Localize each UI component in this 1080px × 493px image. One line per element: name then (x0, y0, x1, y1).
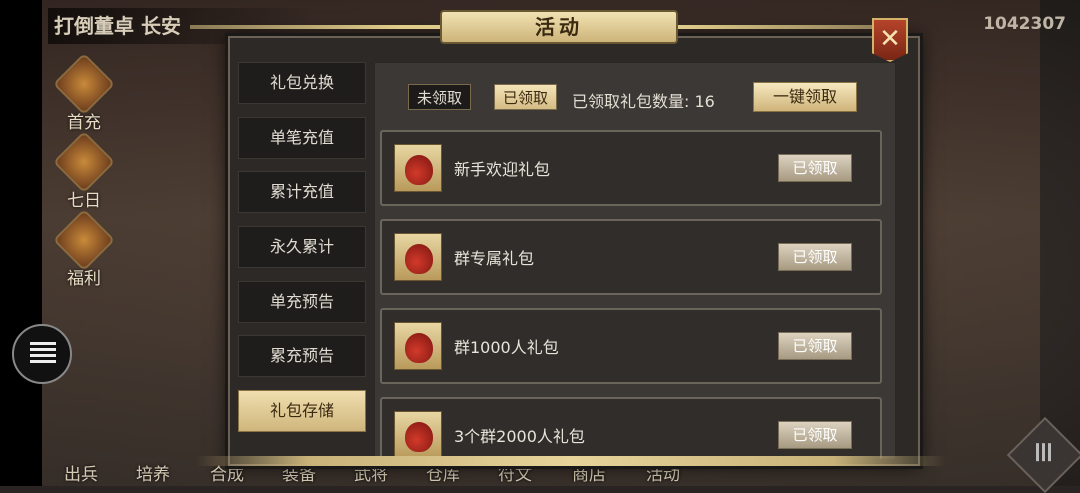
tab-gift-storage[interactable]: 礼包存储 (238, 390, 366, 433)
filter-row: 未领取 已领取 已领取礼包数量: 16 一键领取 (406, 82, 866, 114)
gift-name: 3个群2000人礼包 (454, 427, 585, 446)
gift-bag-icon (394, 322, 442, 370)
tab-gift-exchange[interactable]: 礼包兑换 (238, 62, 366, 104)
gift-name: 群1000人礼包 (454, 338, 559, 357)
left-edge (0, 0, 42, 486)
dialog-title: 活动 (440, 10, 678, 44)
gift-name: 群专属礼包 (454, 249, 535, 268)
gift-bag-icon (394, 144, 442, 192)
close-button[interactable]: ✕ (872, 18, 908, 62)
seven-day-button[interactable]: 七日 (52, 130, 116, 211)
claimed-button[interactable]: 已领取 (778, 332, 852, 360)
menu-button[interactable] (12, 324, 72, 384)
gift-item: 群专属礼包 已领取 (380, 219, 882, 295)
menu-icon (30, 342, 56, 366)
claimed-button[interactable]: 已领取 (778, 243, 852, 271)
claim-all-button[interactable]: 一键领取 (753, 82, 857, 112)
tab-cumulative-recharge[interactable]: 累计充值 (238, 171, 366, 214)
unclaimed-filter-button[interactable]: 未领取 (408, 84, 472, 110)
tab-single-preview[interactable]: 单充预告 (238, 280, 366, 323)
gift-bag-icon (394, 233, 442, 281)
claimed-button[interactable]: 已领取 (778, 421, 852, 449)
claimed-count: 已领取礼包数量: 16 (572, 92, 715, 111)
gift-item: 群1000人礼包 已领取 (380, 308, 882, 384)
tab-list: 礼包兑换 单笔充值 累计充值 永久累计 单充预告 累充预告 礼包存储 (238, 62, 366, 445)
scroll-icon (52, 130, 116, 194)
gift-bag-icon (394, 411, 442, 459)
dialog-bottom-ornament (196, 456, 946, 466)
claimed-button[interactable]: 已领取 (778, 154, 852, 182)
tab-cumulative-preview[interactable]: 累充预告 (238, 335, 366, 378)
claimed-filter-button[interactable]: 已领取 (494, 84, 558, 110)
tab-permanent-cumulative[interactable]: 永久累计 (238, 226, 366, 269)
gift-name: 新手欢迎礼包 (454, 160, 551, 179)
gift-item: 新手欢迎礼包 已领取 (380, 130, 882, 206)
nav-deploy[interactable]: 出兵 (64, 460, 98, 485)
gift-icon (52, 52, 116, 116)
player-number: 1042307 (983, 14, 1066, 34)
dialog-title-bar: 活动 (190, 10, 892, 44)
gift-item: 3个群2000人礼包 已领取 (380, 397, 882, 459)
first-charge-button[interactable]: 首充 (52, 52, 116, 133)
tab-single-recharge[interactable]: 单笔充值 (238, 116, 366, 159)
welfare-button[interactable]: 福利 (52, 208, 116, 289)
nav-train[interactable]: 培养 (136, 460, 170, 485)
treasure-icon (52, 208, 116, 272)
grid-icon (1036, 443, 1054, 462)
